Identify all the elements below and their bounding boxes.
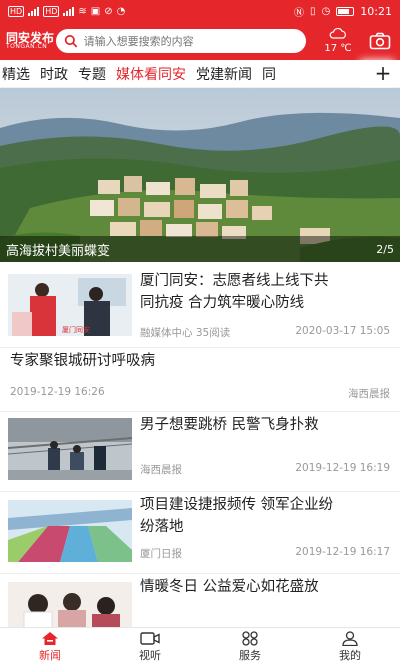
news-title: 专家聚银城研讨呼吸病	[10, 353, 155, 369]
news-thumbnail	[8, 418, 132, 480]
list-item[interactable]: 男子想要跳桥 民警飞身扑救 海西晨报 2019-12-19 16:19	[0, 412, 400, 492]
mute-icon: ⊘	[104, 5, 113, 17]
news-title: 男子想要跳桥 民警飞身扑救	[140, 417, 319, 433]
nav-profile[interactable]: 我的	[300, 628, 400, 666]
list-item[interactable]: 情暖冬日 公益爱心如花盛放	[0, 574, 400, 634]
signal-icon	[28, 6, 40, 16]
camera-icon	[369, 32, 391, 50]
hd-badge: HD	[8, 5, 25, 17]
nav-news-label: 新闻	[39, 649, 61, 662]
list-item[interactable]: 专家聚银城研讨呼吸病 2019-12-19 16:26 海西晨报	[0, 348, 400, 412]
app-notification-icon: ◔	[116, 5, 126, 17]
status-bar: HD HD ≋ ▣ ⊘ ◔ Ⓝ ▯ ◷ 10:21	[0, 0, 400, 22]
news-title: 项目建设捷报频传 领军企业纷 纷落地	[140, 497, 334, 535]
app-logo: 同安发布 TONGAN.CN	[0, 32, 56, 50]
user-icon	[342, 631, 358, 646]
camera-button[interactable]	[368, 29, 392, 53]
tab-topics[interactable]: 专题	[76, 64, 114, 84]
tab-politics[interactable]: 时政	[38, 64, 76, 84]
news-date: 2019-12-19 16:26	[10, 386, 105, 398]
add-tab-button[interactable]: +	[366, 60, 400, 87]
vibrate-icon: ▯	[310, 5, 316, 17]
list-item[interactable]: 厦门同安 厦门同安：志愿者线上线下共 同抗疫 合力筑牢暖心防线 融媒体中心 35…	[0, 262, 400, 348]
nav-news[interactable]: 新闻	[0, 628, 100, 666]
news-title: 厦门同安：志愿者线上线下共 同抗疫 合力筑牢暖心防线	[140, 273, 329, 311]
tab-media-tongan[interactable]: 媒体看同安	[114, 64, 194, 90]
search-box[interactable]	[56, 29, 306, 53]
news-title: 情暖冬日 公益爱心如花盛放	[140, 579, 319, 595]
banner-pager: 2/5	[376, 242, 394, 256]
featured-banner[interactable]: 高海拔村美丽蝶变 2/5	[0, 88, 400, 262]
news-thumbnail	[8, 500, 132, 562]
news-source: 海西晨报	[348, 388, 390, 400]
grid-icon	[242, 631, 258, 646]
signal-icon-2	[63, 6, 75, 16]
list-item[interactable]: 项目建设捷报频传 领军企业纷 纷落地 厦门日报 2019-12-19 16:17	[0, 492, 400, 574]
banner-caption-bar: 高海拔村美丽蝶变 2/5	[0, 236, 400, 262]
nav-services-label: 服务	[239, 649, 261, 662]
news-thumbnail: 厦门同安	[8, 274, 132, 336]
nav-video[interactable]: 视听	[100, 628, 200, 666]
cloud-icon	[329, 27, 346, 39]
news-date: 2019-12-19 16:17	[295, 546, 390, 558]
bottom-navigation: 新闻 视听 服务 我的	[0, 627, 400, 666]
nav-services[interactable]: 服务	[200, 628, 300, 666]
wifi-icon: ≋	[78, 5, 87, 17]
video-icon	[140, 632, 160, 645]
search-input[interactable]	[83, 34, 298, 48]
svg-text:厦门同安: 厦门同安	[62, 325, 90, 334]
news-list: 厦门同安 厦门同安：志愿者线上线下共 同抗疫 合力筑牢暖心防线 融媒体中心 35…	[0, 262, 400, 634]
tab-party-news[interactable]: 党建新闻	[194, 64, 260, 84]
tab-tongan[interactable]: 同	[260, 64, 284, 84]
category-tabs: 精选 时政 专题 媒体看同安 党建新闻 同 +	[0, 60, 400, 90]
app-header: HD HD ≋ ▣ ⊘ ◔ Ⓝ ▯ ◷ 10:21 同安发布 TONGAN.CN	[0, 0, 400, 60]
hd-badge-2: HD	[43, 5, 60, 17]
app-bar: 同安发布 TONGAN.CN 17 ℃	[0, 22, 400, 60]
notification-icon: ▣	[90, 5, 101, 17]
nav-video-label: 视听	[139, 649, 161, 662]
news-date: 2020-03-17 15:05	[295, 325, 390, 337]
nfc-icon: Ⓝ	[294, 7, 305, 19]
weather-widget[interactable]: 17 ℃	[316, 27, 360, 55]
banner-title: 高海拔村美丽蝶变	[6, 243, 111, 259]
clock: 10:21	[360, 4, 392, 18]
home-icon	[42, 632, 58, 645]
alarm-icon: ◷	[321, 5, 331, 17]
temperature: 17 ℃	[324, 43, 352, 54]
news-source: 海西晨报	[140, 464, 182, 476]
news-source: 厦门日报	[140, 548, 182, 560]
news-date: 2019-12-19 16:19	[295, 462, 390, 474]
battery-icon	[336, 6, 355, 16]
tab-featured[interactable]: 精选	[0, 64, 38, 84]
nav-profile-label: 我的	[339, 649, 361, 662]
news-source: 融媒体中心 35阅读	[140, 327, 231, 339]
search-icon	[64, 34, 78, 48]
plus-icon: +	[374, 61, 392, 85]
